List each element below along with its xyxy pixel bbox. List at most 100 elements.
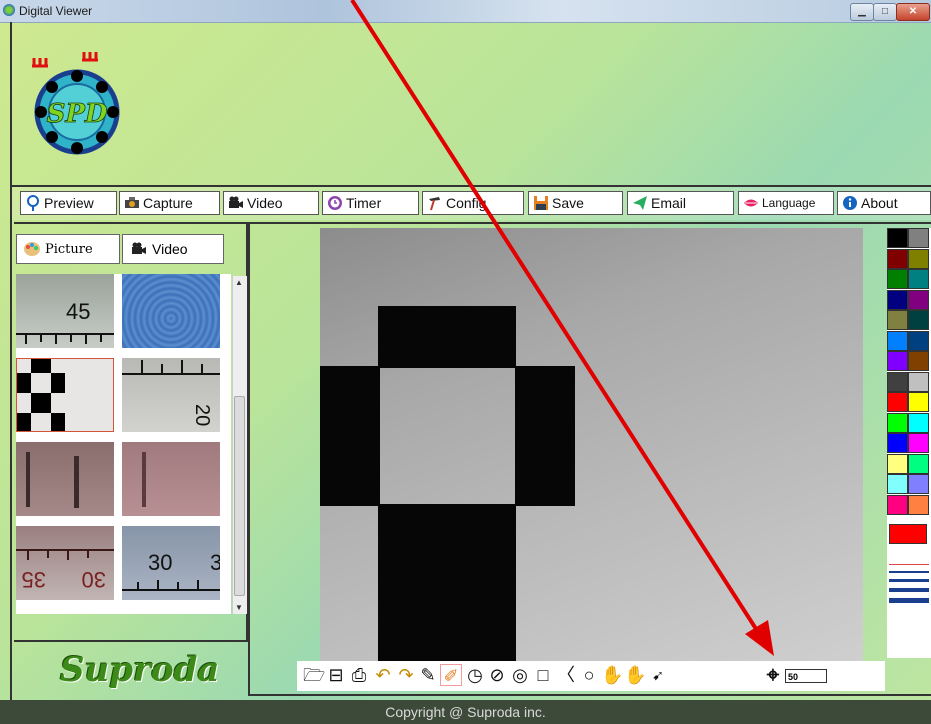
main-toolbar: Preview Capture Video Timer Config Save … xyxy=(12,185,931,220)
hand-left-icon[interactable]: ✋ xyxy=(601,664,623,686)
video-camera-icon xyxy=(132,242,146,254)
line-width-option[interactable] xyxy=(889,579,929,582)
redo-icon[interactable]: ↷ xyxy=(395,664,417,686)
line-width-option[interactable] xyxy=(889,564,929,565)
close-button[interactable]: ✕ xyxy=(896,3,930,21)
color-swatch[interactable] xyxy=(908,371,929,392)
color-swatch[interactable] xyxy=(908,351,929,371)
print-icon[interactable]: ⎙ xyxy=(348,664,370,686)
scroll-down-icon[interactable]: ▼ xyxy=(235,603,243,612)
line-width-option[interactable] xyxy=(889,588,929,592)
color-swatch[interactable] xyxy=(887,351,908,371)
thumb-label-2: 30 xyxy=(82,567,106,592)
tab-video[interactable]: Video xyxy=(122,234,224,264)
save-list-icon[interactable]: ⊟ xyxy=(325,664,347,686)
color-swatch[interactable] xyxy=(887,269,908,289)
color-swatch[interactable] xyxy=(887,248,908,269)
scrollbar-thumb[interactable] xyxy=(234,396,245,596)
color-swatch[interactable] xyxy=(887,330,908,351)
hand-right-icon[interactable]: ✋ xyxy=(624,664,646,686)
title-bar: Digital Viewer ▁ □ ✕ xyxy=(0,0,931,23)
timer-button[interactable]: Timer xyxy=(322,191,419,215)
color-swatch[interactable] xyxy=(887,310,908,330)
line-width-option[interactable] xyxy=(889,571,929,573)
info-icon xyxy=(843,196,857,210)
thumbnail-3-selected[interactable] xyxy=(16,358,114,432)
close-icon: ✕ xyxy=(908,6,918,17)
color-swatch[interactable] xyxy=(887,412,908,433)
current-color-swatch[interactable] xyxy=(889,524,927,544)
email-button[interactable]: Email xyxy=(627,191,734,215)
video-button[interactable]: Video xyxy=(223,191,319,215)
color-swatch[interactable] xyxy=(887,392,908,412)
clock-circle-icon[interactable]: ◷ xyxy=(464,664,486,686)
app-icon xyxy=(3,4,15,16)
rectangle-icon[interactable]: □ xyxy=(532,664,554,686)
ruler-image: 30 3 xyxy=(122,550,220,591)
crosshair-icon[interactable]: ⌖ xyxy=(762,664,784,686)
thumbnail-7[interactable]: 35 30 xyxy=(16,526,114,600)
color-swatch[interactable] xyxy=(908,474,929,494)
lips-icon xyxy=(744,199,758,207)
open-icon[interactable]: 🗁 xyxy=(303,664,325,686)
color-swatch[interactable] xyxy=(887,453,908,474)
floppy-icon xyxy=(534,196,548,210)
undo-icon[interactable]: ↶ xyxy=(372,664,394,686)
thumb-label-2: 3 xyxy=(210,550,220,575)
minimize-button[interactable]: ▁ xyxy=(850,3,874,21)
color-swatch[interactable] xyxy=(887,289,908,310)
color-swatch[interactable] xyxy=(887,371,908,392)
pointer-icon[interactable]: ➹ xyxy=(647,664,669,686)
gallery-scrollbar[interactable]: ▲ ▼ xyxy=(232,276,247,614)
tab-picture[interactable]: Picture xyxy=(16,234,120,264)
no-symbol-icon[interactable]: ⊘ xyxy=(486,664,508,686)
color-swatch[interactable] xyxy=(908,433,929,453)
capture-button[interactable]: Capture xyxy=(119,191,220,215)
target-icon[interactable]: ◎ xyxy=(509,664,531,686)
line-width-option[interactable] xyxy=(889,598,929,603)
hammer-icon xyxy=(429,197,440,211)
preview-button[interactable]: Preview xyxy=(20,191,117,215)
color-swatch[interactable] xyxy=(887,228,908,248)
angle-icon[interactable]: 〈 xyxy=(555,664,577,686)
color-swatch[interactable] xyxy=(908,228,929,248)
color-swatch[interactable] xyxy=(908,269,929,289)
color-swatch[interactable] xyxy=(908,289,929,310)
thumbnail-grid: 45 20 35 30 30 3 xyxy=(16,274,231,614)
size-input[interactable]: 50 xyxy=(785,669,827,683)
thumbnail-1[interactable]: 45 xyxy=(16,274,114,348)
thumbnail-6[interactable] xyxy=(122,442,220,516)
tab-picture-label: Picture xyxy=(45,241,93,257)
config-button[interactable]: Config xyxy=(422,191,524,215)
thumbnail-2[interactable] xyxy=(122,274,220,348)
about-label: About xyxy=(861,195,898,211)
color-swatch[interactable] xyxy=(887,433,908,453)
thumbnail-4[interactable]: 20 xyxy=(122,358,220,432)
circle-icon[interactable]: ○ xyxy=(578,664,600,686)
color-swatch[interactable] xyxy=(887,474,908,494)
microscope-preview-image[interactable] xyxy=(320,228,863,661)
about-button[interactable]: About xyxy=(837,191,931,215)
config-label: Config xyxy=(446,195,487,211)
checker-block xyxy=(378,306,516,368)
language-button[interactable]: Language xyxy=(738,191,834,215)
save-button[interactable]: Save xyxy=(528,191,623,215)
checker-block xyxy=(320,366,380,506)
color-swatch[interactable] xyxy=(908,494,929,515)
thumbnail-5[interactable] xyxy=(16,442,114,516)
thumbnail-8[interactable]: 30 3 xyxy=(122,526,220,600)
magnifier-icon xyxy=(27,195,39,211)
suproda-brand-logo: Suproda xyxy=(60,650,220,690)
pencil-icon[interactable]: ✐ xyxy=(440,664,462,686)
color-swatch[interactable] xyxy=(908,453,929,474)
scroll-up-icon[interactable]: ▲ xyxy=(235,278,243,287)
color-swatch[interactable] xyxy=(908,330,929,351)
color-swatch[interactable] xyxy=(908,310,929,330)
edit-icon[interactable]: ✎ xyxy=(417,664,439,686)
color-swatch[interactable] xyxy=(908,248,929,269)
maximize-button[interactable]: □ xyxy=(873,3,897,21)
color-swatch[interactable] xyxy=(908,412,929,433)
color-swatch[interactable] xyxy=(887,494,908,515)
color-swatch[interactable] xyxy=(908,392,929,412)
drawing-toolbar: 🗁 ⊟ ⎙ ↶ ↷ ✎ ✐ ◷ ⊘ ◎ □ 〈 ○ ✋ ✋ ➹ ⌖ 50 xyxy=(297,661,885,691)
